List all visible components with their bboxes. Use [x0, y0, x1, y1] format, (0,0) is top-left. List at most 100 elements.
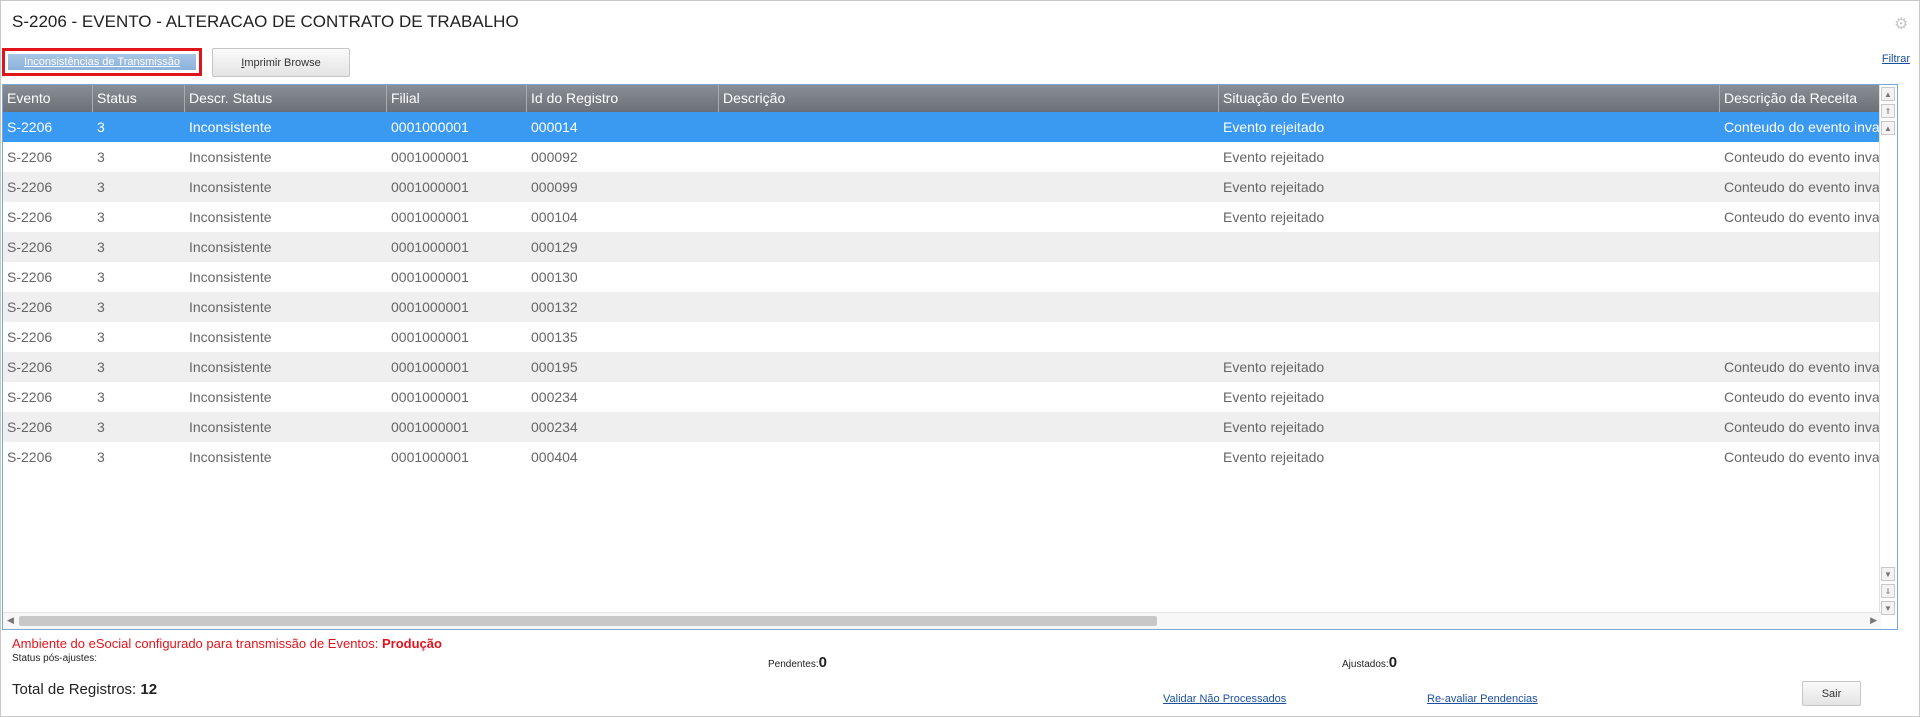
table-row[interactable]: S-2206 3 Inconsistente 0001000001 000234 Even… [3, 382, 1897, 412]
scroll-left-icon[interactable]: ◀ [7, 615, 14, 626]
gear-icon[interactable]: ⚙ [1894, 17, 1908, 33]
cell-descr-status: Inconsistente [189, 149, 272, 165]
column-header-filial[interactable]: Filial [387, 85, 527, 112]
cell-descricao [719, 292, 1219, 322]
cell-status: 3 [97, 209, 105, 225]
cell-evento: S-2206 [7, 419, 53, 435]
cell-descr-status: Inconsistente [189, 119, 272, 135]
column-header-evento[interactable]: Evento [3, 85, 93, 112]
scroll-down-icon[interactable]: ▼ [1881, 567, 1895, 581]
cell-descricao-receita: Conteudo do evento invalido [1724, 209, 1898, 225]
cell-filial: 0001000001 [391, 389, 469, 405]
cell-status: 3 [97, 149, 105, 165]
scroll-page-up-icon[interactable]: ⇑ [1881, 104, 1895, 118]
total-value: 12 [140, 681, 158, 698]
cell-filial: 0001000001 [391, 119, 469, 135]
cell-descricao-receita: Conteudo do evento invalido [1724, 149, 1898, 165]
cell-evento: S-2206 [7, 329, 53, 345]
filtrar-link[interactable]: Filtrar [1882, 53, 1910, 65]
reavaliar-pendencias-link[interactable]: Re-avaliar Pendencias [1427, 693, 1538, 705]
cell-situacao-evento: Evento rejeitado [1223, 389, 1325, 405]
cell-evento: S-2206 [7, 269, 53, 285]
cell-id-registro: 000135 [531, 329, 578, 345]
cell-id-registro: 000234 [531, 389, 578, 405]
table-row[interactable]: S-2206 3 Inconsistente 0001000001 000135 [3, 322, 1897, 352]
pendentes-counter: Pendentes:0 [768, 654, 827, 671]
scroll-bottom-icon[interactable]: ▼ [1881, 601, 1895, 615]
table-row[interactable]: S-2206 3 Inconsistente 0001000001 000129 [3, 232, 1897, 262]
cell-evento: S-2206 [7, 389, 53, 405]
imprimir-browse-button[interactable]: Imprimir Browse [212, 48, 350, 77]
cell-descricao [719, 412, 1219, 442]
environment-value: Produção [382, 636, 442, 651]
horizontal-scroll-thumb[interactable] [19, 616, 1157, 626]
cell-status: 3 [97, 389, 105, 405]
cell-id-registro: 000104 [531, 209, 578, 225]
table-row[interactable]: S-2206 3 Inconsistente 0001000001 000092 Even… [3, 142, 1898, 172]
cell-id-registro: 000132 [531, 299, 578, 315]
cell-descr-status: Inconsistente [189, 269, 272, 285]
column-header-descr-status[interactable]: Descr. Status [185, 85, 387, 112]
total-registros: Total de Registros: 12 [12, 681, 157, 698]
ajustados-counter: Ajustados:0 [1342, 654, 1397, 671]
table-row[interactable]: S-2206 3 Inconsistente 0001000001 000099 Even… [3, 172, 1897, 202]
cell-status: 3 [97, 329, 105, 345]
cell-id-registro: 000130 [531, 269, 578, 285]
column-header-descricao-receita[interactable]: Descrição da Receita [1720, 85, 1897, 112]
scroll-page-down-icon[interactable]: ⇓ [1881, 584, 1895, 598]
cell-status: 3 [97, 179, 105, 195]
pendentes-label: Pendentes: [768, 659, 819, 670]
cell-situacao-evento: Evento rejeitado [1223, 179, 1325, 195]
inconsistencias-button[interactable]: Inconsistências de Transmissão [2, 48, 202, 76]
table-row[interactable]: S-2206 3 Inconsistente 0001000001 000234 Even… [3, 412, 1898, 442]
validar-nao-processados-link[interactable]: Validar Não Processados [1163, 693, 1286, 705]
cell-situacao-evento: Evento rejeitado [1223, 149, 1325, 165]
column-header-status[interactable]: Status [93, 85, 185, 112]
cell-evento: S-2206 [7, 149, 53, 165]
total-label: Total de Registros: [12, 681, 141, 698]
cell-descricao [719, 352, 1219, 382]
table-row[interactable]: S-2206 3 Inconsistente 0001000001 000404 Even… [3, 442, 1897, 472]
cell-descr-status: Inconsistente [189, 419, 272, 435]
column-header-descricao[interactable]: Descrição [719, 85, 1219, 112]
cell-descr-status: Inconsistente [189, 239, 272, 255]
cell-descr-status: Inconsistente [189, 209, 272, 225]
scroll-up-icon[interactable]: ▲ [1881, 87, 1895, 101]
sair-button[interactable]: Sair [1802, 681, 1861, 706]
cell-evento: S-2206 [7, 299, 53, 315]
cell-evento: S-2206 [7, 119, 53, 135]
column-header-situacao-evento[interactable]: Situação do Evento [1219, 85, 1720, 112]
cell-situacao-evento: Evento rejeitado [1223, 209, 1325, 225]
cell-descricao [719, 112, 1219, 142]
table-row[interactable]: S-2206 3 Inconsistente 0001000001 000014 Even… [3, 112, 1898, 142]
cell-filial: 0001000001 [391, 269, 469, 285]
table-row[interactable]: S-2206 3 Inconsistente 0001000001 000195 Even… [3, 352, 1897, 382]
table-row[interactable]: S-2206 3 Inconsistente 0001000001 000132 [3, 292, 1897, 322]
table-row[interactable]: S-2206 3 Inconsistente 0001000001 000130 [3, 262, 1897, 292]
cell-filial: 0001000001 [391, 299, 469, 315]
cell-filial: 0001000001 [391, 329, 469, 345]
vertical-scrollbar[interactable]: ▲ ⇑ ▲ ▼ ⇓ ▼ [1879, 85, 1897, 629]
cell-evento: S-2206 [7, 449, 53, 465]
horizontal-scrollbar[interactable]: ◀ ▶ [3, 612, 1881, 629]
scroll-right-icon[interactable]: ▶ [1870, 615, 1877, 626]
environment-notice: Ambiente do eSocial configurado para tra… [12, 636, 442, 651]
cell-descricao-receita: Conteudo do evento invalido [1724, 419, 1898, 435]
cell-descr-status: Inconsistente [189, 359, 272, 375]
cell-filial: 0001000001 [391, 449, 469, 465]
grid-header: Evento Status Descr. Status Filial Id do Reg… [3, 85, 1897, 112]
column-header-id-registro[interactable]: Id do Registro [527, 85, 719, 112]
cell-evento: S-2206 [7, 179, 53, 195]
scroll-top-icon[interactable]: ▲ [1881, 121, 1895, 135]
cell-descricao-receita: Conteudo do evento invalido [1724, 119, 1898, 135]
cell-status: 3 [97, 419, 105, 435]
cell-descricao [719, 142, 1219, 172]
page-title: S-2206 - EVENTO - ALTERACAO DE CONTRATO … [12, 12, 519, 31]
cell-situacao-evento: Evento rejeitado [1223, 119, 1325, 135]
cell-descricao-receita [1720, 322, 1897, 352]
cell-descricao [719, 382, 1219, 412]
imprimir-label-rest: mprimir Browse [244, 56, 321, 69]
cell-descricao [719, 232, 1219, 262]
inconsistencias-button-label: Inconsistências de Transmissão [8, 54, 196, 70]
table-row[interactable]: S-2206 3 Inconsistente 0001000001 000104 Even… [3, 202, 1898, 232]
